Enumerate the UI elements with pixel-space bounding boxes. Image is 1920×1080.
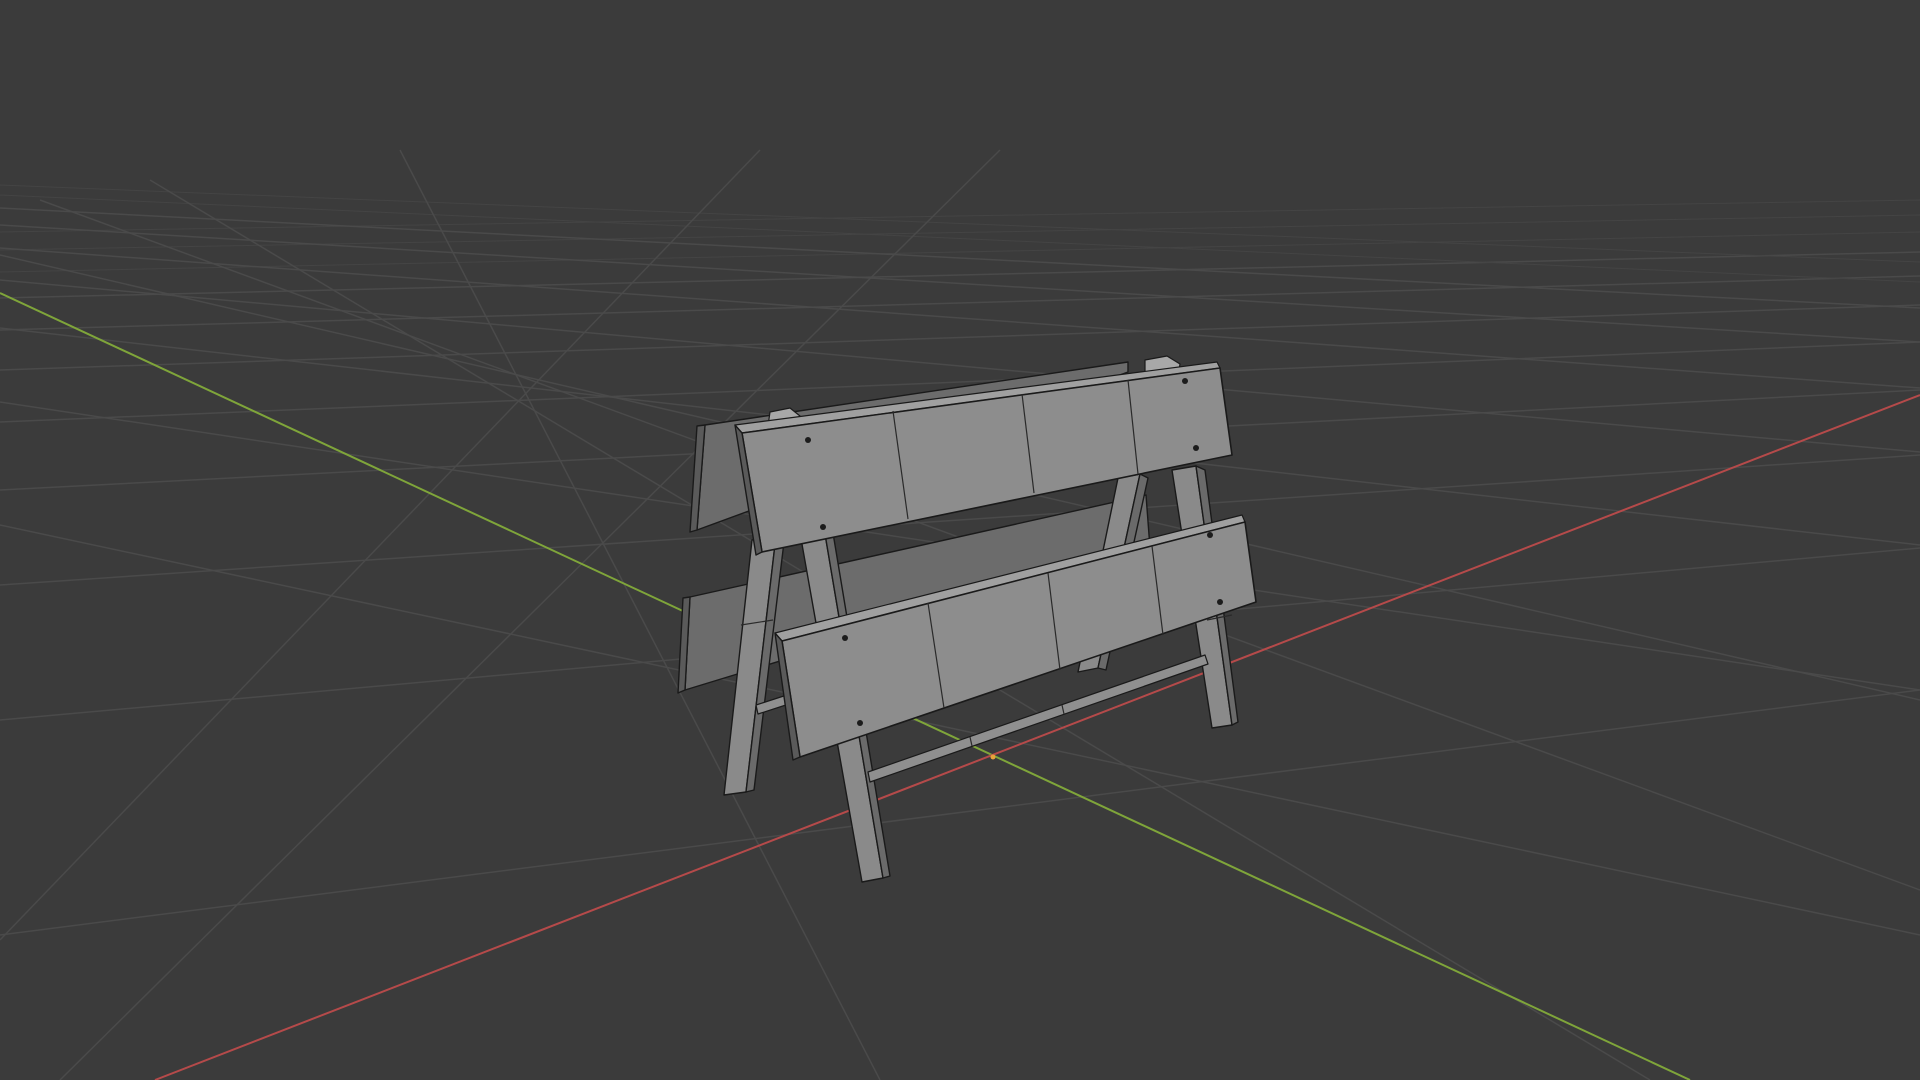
viewport-canvas[interactable]	[0, 0, 1920, 1080]
world-origin-marker	[990, 754, 996, 760]
bolt	[805, 437, 811, 443]
bolt	[857, 720, 863, 726]
bolt	[1182, 378, 1188, 384]
bolt	[820, 524, 826, 530]
sawhorse-barrier-object[interactable]	[677, 355, 1257, 883]
grid-line	[0, 199, 1920, 233]
bolt	[1207, 532, 1213, 538]
x-axis-line	[154, 394, 1920, 1080]
bolt	[1217, 599, 1223, 605]
grid-line	[0, 149, 761, 941]
bolt	[1193, 445, 1199, 451]
3d-viewport[interactable]	[0, 0, 1920, 1080]
grid-line	[0, 689, 1920, 936]
grid-line	[0, 214, 1920, 251]
bolt	[842, 635, 848, 641]
